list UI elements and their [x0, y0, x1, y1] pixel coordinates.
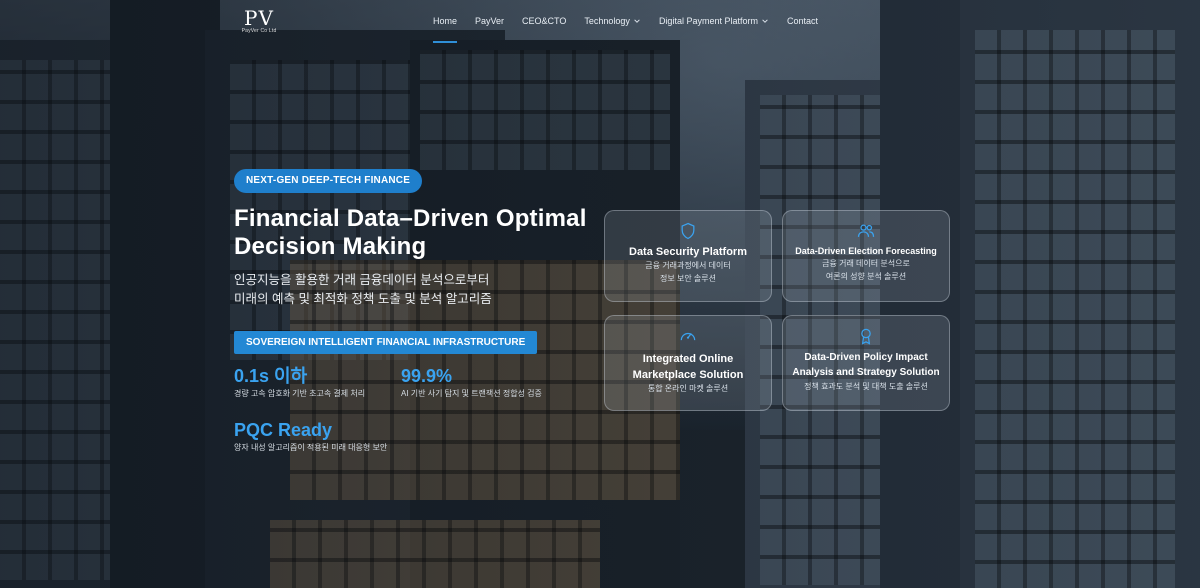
logo-mark: PV: [244, 6, 274, 30]
shield-icon: [681, 222, 695, 240]
hero-badge: NEXT-GEN DEEP-TECH FINANCE: [234, 169, 423, 193]
card-data-security-platform[interactable]: Data Security Platform 금융 거래과정에서 데이터 정보 …: [604, 210, 772, 302]
hero-title: Financial Data–Driven Optimal Decision M…: [234, 205, 587, 260]
nav-item-contact[interactable]: Contact: [787, 16, 818, 26]
nav-item-payver[interactable]: PayVer: [475, 16, 504, 26]
card-description: 통합 온라인 마켓 솔루션: [647, 384, 729, 393]
card-title: Data-Driven Policy Impact: [804, 352, 928, 363]
card-description: 여론의 성향 분석 솔루션: [825, 272, 907, 281]
stat-description: 양자 내성 알고리즘이 적용된 미래 대응형 보안: [234, 443, 388, 452]
card-title: Integrated Online: [642, 353, 734, 365]
card-title: Marketplace Solution: [632, 369, 744, 381]
card-online-marketplace[interactable]: Integrated Online Marketplace Solution 통…: [604, 315, 772, 411]
card-title: Analysis and Strategy Solution: [792, 367, 940, 378]
chevron-down-icon: [634, 19, 640, 23]
nav-item-ceo-cto[interactable]: CEO&CTO: [522, 16, 566, 26]
chevron-down-icon: [762, 19, 768, 23]
nav-item-label: Contact: [786, 16, 819, 26]
nav-item-label: Technology: [584, 16, 630, 26]
card-policy-impact-analysis[interactable]: Data-Driven Policy Impact Analysis and S…: [782, 315, 950, 411]
card-title: Data Security Platform: [629, 246, 747, 258]
nav-item-label: CEO&CTO: [522, 16, 567, 26]
stat-value: PQC Ready: [234, 420, 333, 440]
card-description: 정책 효과도 분석 및 대책 도출 솔루션: [804, 382, 928, 391]
nav-item-digital-payment-platform[interactable]: Digital Payment Platform: [659, 16, 769, 26]
stat-speed: 0.1s 이하 경량 고속 암호화 기반 초고속 결제 처리: [234, 366, 365, 399]
hero-subtitle-line: 미래의 예측 및 최적화 정책 도출 및 분석 알고리즘: [234, 292, 492, 306]
users-icon: [857, 224, 875, 237]
card-title: Data-Driven Election Forecasting: [795, 246, 937, 256]
logo-company-name: PayVer Co Ltd: [241, 28, 277, 34]
logo[interactable]: PV PayVer Co Ltd: [234, 8, 284, 38]
hero-subtitle-line: 인공지능을 활용한 거래 금융데이터 분석으로부터: [234, 273, 490, 287]
hero-subtitle: 인공지능을 활용한 거래 금융데이터 분석으로부터 미래의 예측 및 최적화 정…: [234, 271, 594, 309]
nav-item-home[interactable]: Home: [433, 16, 458, 43]
stat-accuracy: 99.9% AI 기반 사기 탐지 및 트랜잭션 정합성 검증: [401, 366, 542, 399]
nav-item-label: PayVer: [475, 16, 505, 26]
stat-description: AI 기반 사기 탐지 및 트랜잭션 정합성 검증: [401, 389, 542, 398]
nav-item-label: Digital Payment Platform: [658, 16, 758, 26]
nav-menu: Home PayVer CEO&CTO Technology Digital P…: [433, 16, 836, 43]
card-description: 금융 거래과정에서 데이터: [645, 261, 731, 270]
top-navigation: PV PayVer Co Ltd Home PayVer CEO&CTO Tec…: [0, 0, 1200, 44]
nav-item-label: Home: [433, 16, 458, 26]
card-election-forecasting[interactable]: Data-Driven Election Forecasting 금융 거래 데…: [782, 210, 950, 302]
stat-description: 경량 고속 암호화 기반 초고속 결제 처리: [234, 389, 366, 398]
infrastructure-banner: SOVEREIGN INTELLIGENT FINANCIAL INFRASTR…: [234, 331, 538, 354]
card-description: 금융 거래 데이터 분석으로: [822, 259, 910, 268]
stat-value: 99.9%: [401, 366, 453, 386]
stat-pqc: PQC Ready 양자 내성 알고리즘이 적용된 미래 대응형 보안: [234, 420, 387, 453]
card-description: 정보 보안 솔루션: [660, 274, 716, 283]
gauge-icon: [680, 332, 696, 341]
nav-item-technology[interactable]: Technology: [584, 16, 641, 26]
background-overlay: [0, 0, 1200, 588]
award-icon: [861, 328, 871, 345]
hero-background: [0, 0, 1200, 588]
stat-value: 0.1s 이하: [234, 366, 308, 386]
